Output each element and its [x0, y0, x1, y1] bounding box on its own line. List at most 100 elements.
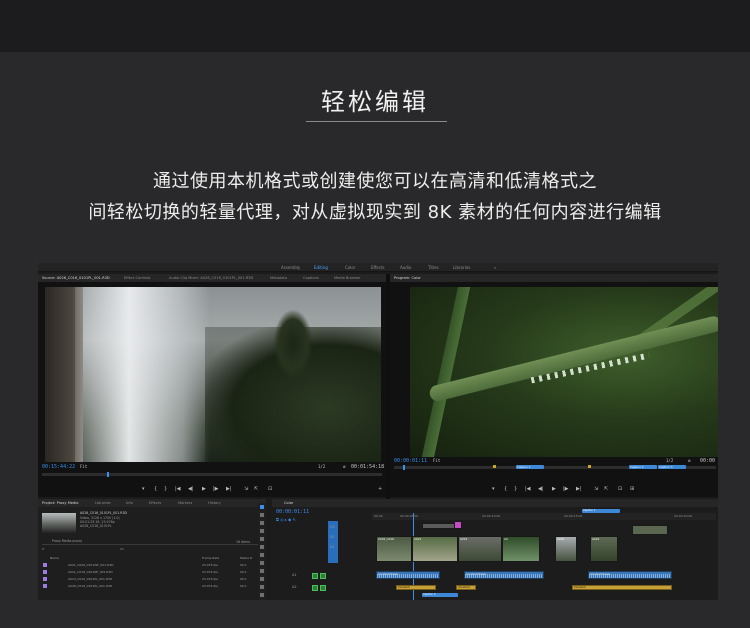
slide-tool-icon[interactable]	[260, 561, 264, 565]
mute-icon[interactable]	[312, 585, 318, 591]
search-icon[interactable]: ⌕	[42, 546, 44, 551]
play-icon[interactable]: ▶	[202, 486, 206, 492]
timeline-timecode[interactable]: 00:00:01:11	[276, 509, 309, 515]
zoom-tool-icon[interactable]	[260, 585, 264, 589]
program-marker-yellow-2[interactable]	[588, 465, 591, 468]
program-marker-yellow[interactable]	[493, 465, 496, 468]
video-clip[interactable]: A026_C016	[376, 536, 412, 562]
source-fit-select[interactable]: Fit	[80, 464, 87, 469]
list-item[interactable]: A021_C018_0101NF_001.R3D 23.976 fps 00:1	[38, 569, 256, 575]
rate-stretch-tool-icon[interactable]	[260, 537, 264, 541]
ws-editing[interactable]: Editing	[314, 265, 328, 270]
col-media-duration[interactable]: Media D	[240, 556, 252, 560]
add-button-icon[interactable]: +	[378, 486, 382, 492]
razor-tool-icon[interactable]	[260, 545, 264, 549]
solo-icon[interactable]	[320, 573, 326, 579]
lift-icon[interactable]: ⇲	[594, 486, 598, 492]
program-export-frame-icon[interactable]: ⊡	[618, 486, 622, 492]
program-wrench-icon[interactable]: ⚙	[688, 458, 690, 463]
tab-source[interactable]: Source: A026_C016_0101PL_001.R3D	[42, 276, 110, 280]
tab-info[interactable]: Info	[126, 501, 133, 505]
col-name[interactable]: Name	[50, 556, 59, 560]
program-timecode-in[interactable]: 00:00:01:11	[394, 458, 427, 464]
video-clip[interactable]: A021	[412, 536, 458, 562]
selection-tool-icon[interactable]	[260, 505, 264, 509]
ws-titles[interactable]: Titles	[428, 265, 439, 270]
program-playhead[interactable]	[403, 465, 405, 470]
program-caption-marker-2[interactable]: Caption 2	[629, 465, 657, 469]
audio-clip-a2[interactable]: Constant	[396, 585, 436, 590]
program-caption-marker-1[interactable]: Caption 1	[516, 465, 544, 469]
tab-libraries[interactable]: Libraries	[95, 501, 111, 505]
time-ruler[interactable]: 00:00 00:00:05:00 00:00:10:00 00:00:15:0…	[372, 513, 716, 520]
tab-history[interactable]: History	[208, 501, 221, 505]
tab-metadata[interactable]: Metadata	[270, 276, 287, 280]
program-go-to-in-icon[interactable]: |◀	[525, 486, 531, 492]
tab-markers[interactable]: Markers	[178, 501, 192, 505]
go-to-in-icon[interactable]: |◀	[175, 486, 181, 492]
export-frame-icon[interactable]: ⊡	[268, 486, 272, 492]
tab-media-browser[interactable]: Media Browser	[334, 276, 361, 280]
video-clip[interactable]: A024	[458, 536, 502, 562]
wrench-icon[interactable]: ⚙	[343, 464, 345, 469]
ws-color[interactable]: Color	[345, 265, 355, 270]
list-item[interactable]: A026_C016_0101PL_001.R3D 23.976 fps 00:1	[38, 583, 256, 589]
program-fit-select[interactable]: Fit	[433, 458, 440, 463]
program-marker-icon[interactable]: ▾	[492, 486, 495, 492]
overwrite-icon[interactable]: ⇱	[254, 486, 258, 492]
folder-icon[interactable]: ▭	[120, 546, 124, 551]
video-clip[interactable]: A026	[555, 536, 577, 562]
hand-tool-icon[interactable]	[260, 577, 264, 581]
snap-icon[interactable]: ⧉ ◎ ▸ ◆ ✎	[276, 517, 296, 522]
program-zoom-select[interactable]: 1/2	[666, 458, 673, 463]
pen-tool-icon[interactable]	[260, 569, 264, 573]
go-to-out-icon[interactable]: ▶|	[226, 486, 232, 492]
video-clip[interactable]: A0	[502, 536, 540, 562]
tab-audio-mixer[interactable]: Audio Clip Mixer: A026_C016_0101PL_001.R…	[169, 276, 253, 280]
step-forward-icon[interactable]: |▶	[213, 486, 219, 492]
track-select-tool-icon[interactable]	[260, 513, 264, 517]
audio-clip-a1[interactable]: Constant Power	[588, 571, 672, 579]
program-go-to-out-icon[interactable]: ▶|	[576, 486, 582, 492]
adjustment-clip[interactable]	[454, 521, 462, 529]
tab-effect-controls[interactable]: Effect Controls	[124, 276, 150, 280]
video-clip-v3[interactable]	[632, 525, 668, 535]
step-back-icon[interactable]: ◀|	[188, 486, 194, 492]
mark-in-icon[interactable]: {	[154, 486, 157, 492]
mute-icon[interactable]	[312, 573, 318, 579]
program-step-forward-icon[interactable]: |▶	[563, 486, 569, 492]
audio-clip-a2[interactable]: Constant	[572, 585, 672, 590]
insert-icon[interactable]: ⇲	[244, 486, 248, 492]
rolling-edit-tool-icon[interactable]	[260, 529, 264, 533]
ws-audio[interactable]: Audio	[400, 265, 411, 270]
source-scrubber[interactable]	[42, 473, 382, 476]
source-timecode-in[interactable]: 00:15:44:22	[42, 464, 75, 470]
ws-libraries[interactable]: Libraries	[453, 265, 470, 270]
program-mark-out-icon[interactable]: }	[514, 486, 517, 492]
solo-icon[interactable]	[320, 585, 326, 591]
source-zoom-select[interactable]: 1/2	[318, 464, 325, 469]
list-item[interactable]: A021_C006_0101WF_001.R3D 23.976 fps 00:1	[38, 562, 256, 568]
source-playhead[interactable]	[107, 472, 109, 477]
ws-effects[interactable]: Effects	[371, 265, 385, 270]
mark-out-icon[interactable]: }	[164, 486, 167, 492]
tab-program[interactable]: Program: Color	[394, 276, 421, 280]
ws-assembly[interactable]: Assembly	[281, 265, 300, 270]
marker-icon[interactable]: ▾	[142, 486, 145, 492]
program-caption-marker-3[interactable]: Caption 3	[658, 465, 686, 469]
tab-captions[interactable]: Captions	[303, 276, 319, 280]
comparison-view-icon[interactable]: ⊞	[630, 486, 634, 492]
program-play-icon[interactable]: ▶	[552, 486, 556, 492]
video-clip[interactable]: A024	[590, 536, 618, 562]
ws-more-icon[interactable]: »	[494, 265, 496, 270]
list-item[interactable]: A024_C016_0101PL_001.R3D 23.976 fps 00:1	[38, 576, 256, 582]
video-clip-v2[interactable]	[422, 523, 458, 529]
ripple-edit-tool-icon[interactable]	[260, 521, 264, 525]
extract-icon[interactable]: ⇱	[604, 486, 608, 492]
tab-sequence-color[interactable]: Color	[284, 501, 293, 505]
audio-clip-a1[interactable]: Constant Power	[464, 571, 544, 579]
type-tool-icon[interactable]	[260, 593, 264, 597]
tab-project[interactable]: Project: Proxy Media	[42, 501, 78, 505]
caption-clip-top[interactable]: Caption 1	[582, 509, 620, 513]
program-mark-in-icon[interactable]: {	[504, 486, 507, 492]
